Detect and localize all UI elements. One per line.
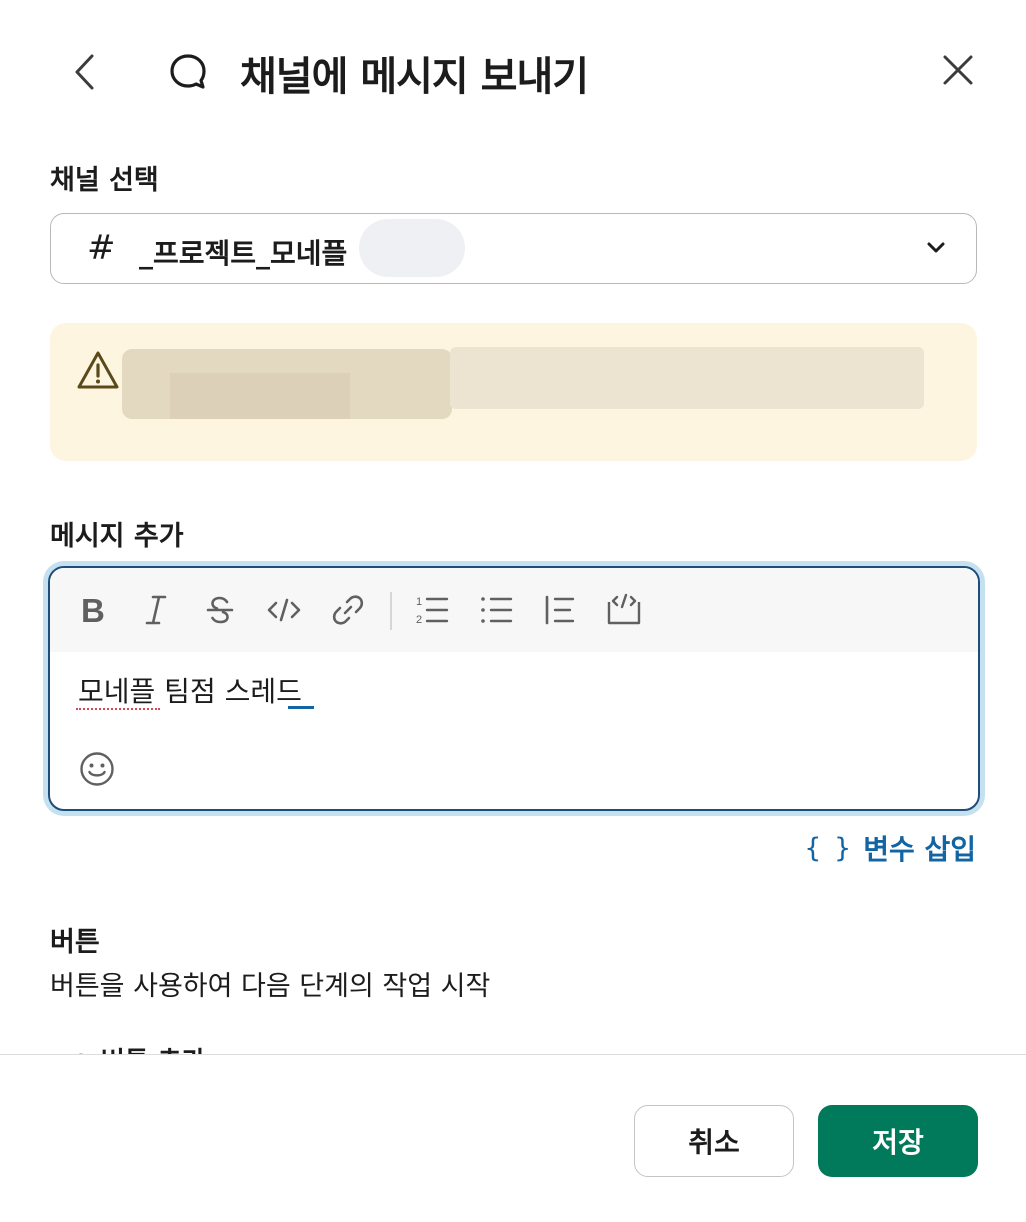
chevron-left-icon — [75, 54, 94, 90]
ordered-list-button[interactable]: 1 2 — [412, 590, 452, 630]
code-block-icon — [607, 593, 641, 625]
bold-button[interactable]: B — [72, 590, 112, 630]
strikethrough-icon — [206, 596, 234, 624]
strikethrough-button[interactable] — [200, 590, 240, 630]
warning-banner — [50, 323, 977, 461]
svg-text:B: B — [81, 594, 105, 626]
variable-braces-icon: { } — [804, 832, 854, 864]
close-button[interactable] — [934, 46, 982, 94]
link-icon — [332, 595, 364, 625]
back-button[interactable] — [62, 48, 106, 96]
message-editor[interactable]: B 1 2 모네플 팀점 스레드 — [48, 566, 980, 811]
svg-text:1: 1 — [416, 596, 422, 608]
bulleted-list-button[interactable] — [476, 590, 516, 630]
code-icon — [267, 598, 301, 622]
svg-text:2: 2 — [416, 614, 422, 626]
buttons-section-description: 버튼을 사용하여 다음 단계의 작업 시작 — [50, 971, 491, 1002]
spellcheck-underline — [76, 708, 160, 710]
chevron-down-icon — [927, 242, 945, 253]
modal-footer: 취소 저장 — [0, 1054, 1026, 1222]
save-button[interactable]: 저장 — [818, 1105, 978, 1177]
text-cursor-indicator — [288, 706, 314, 709]
buttons-section-title: 버튼 — [50, 927, 100, 958]
close-icon — [943, 55, 973, 85]
ordered-list-icon: 1 2 — [416, 596, 449, 626]
channel-select-label: 채널 선택 — [50, 165, 159, 196]
redacted-warning-text — [170, 373, 350, 419]
redacted-warning-text — [450, 347, 924, 409]
redacted-region — [359, 219, 465, 277]
blockquote-icon — [545, 595, 575, 625]
toolbar-divider — [390, 592, 392, 630]
modal-title: 채널에 메시지 보내기 — [240, 54, 589, 100]
message-input-text[interactable]: 모네플 팀점 스레드 — [78, 670, 302, 710]
modal-header: 채널에 메시지 보내기 — [0, 0, 1026, 140]
insert-variable-link[interactable]: { } 변수 삽입 — [804, 828, 976, 868]
code-block-button[interactable] — [604, 590, 644, 630]
bulleted-list-icon — [481, 597, 513, 623]
formatting-toolbar: B 1 2 — [50, 568, 978, 652]
emoji-icon[interactable] — [78, 750, 116, 788]
link-button[interactable] — [328, 590, 368, 630]
warning-triangle-icon — [77, 351, 119, 389]
code-button[interactable] — [264, 590, 304, 630]
cancel-button[interactable]: 취소 — [634, 1105, 794, 1177]
bold-icon: B — [81, 594, 105, 626]
italic-button[interactable] — [136, 590, 176, 630]
channel-select-dropdown[interactable]: # _프로젝트_모네플 — [50, 213, 977, 284]
italic-icon — [145, 595, 167, 625]
blockquote-button[interactable] — [540, 590, 580, 630]
insert-variable-label: 변수 삽입 — [863, 833, 976, 866]
message-bubble-icon — [170, 54, 206, 89]
channel-hash-icon: # — [87, 228, 116, 268]
selected-channel-name: _프로젝트_모네플 — [139, 237, 348, 270]
message-label: 메시지 추가 — [50, 521, 184, 552]
